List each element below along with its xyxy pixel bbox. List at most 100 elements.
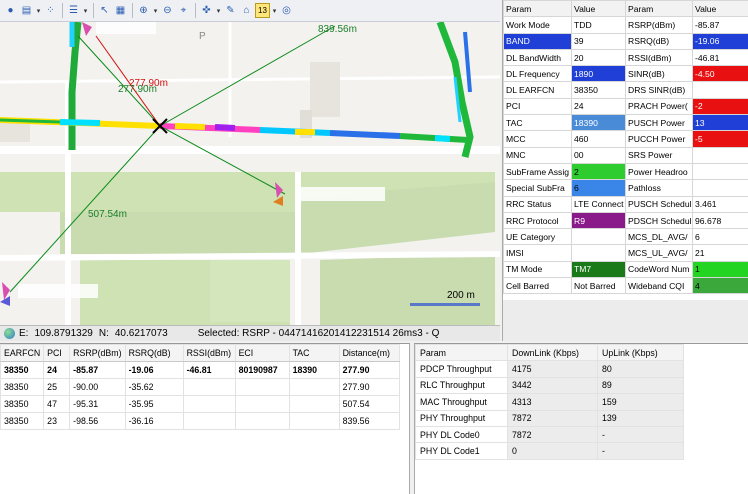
cell-table-header[interactable]: RSRQ(dB): [124, 344, 184, 362]
table-cell: 4313: [507, 393, 598, 411]
select-region-icon[interactable]: ▦: [113, 3, 128, 18]
table-cell: [234, 412, 290, 430]
table-row: RLC Throughput 3442 89: [415, 376, 684, 395]
param-value: 96.678: [692, 211, 748, 230]
param-name: Wideband CQI: [625, 277, 693, 295]
binoculars-icon[interactable]: ◎: [279, 3, 294, 18]
param-value: 6: [571, 179, 626, 197]
zoom-out-icon[interactable]: ⊖: [160, 3, 175, 18]
table-row[interactable]: 38350 47 -95.31 -35.95 507.54: [0, 395, 400, 413]
param-value: [692, 146, 748, 164]
table-cell: 38350: [0, 395, 45, 413]
selected-info: Selected: RSRP - 04471416201412231514 26…: [197, 328, 440, 339]
table-row[interactable]: 38350 24 -85.87 -19.06 -46.81 80190987 18390 27…: [0, 361, 400, 379]
dropdown-arrow-icon[interactable]: ▾: [271, 3, 278, 18]
table-cell: 277.90: [338, 361, 400, 379]
table-row: PHY Throughput 7872 139: [415, 409, 684, 427]
cell-table-header[interactable]: Distance(m): [338, 344, 400, 362]
table-row: PHY DL Code0 7872-: [415, 425, 684, 444]
param-name: MNC: [503, 146, 572, 164]
param-value: [692, 179, 748, 197]
table-cell: 3442: [507, 376, 598, 395]
table-cell: 38350: [0, 412, 45, 430]
table-cell: -19.06: [124, 361, 184, 379]
pin-icon[interactable]: ✎: [223, 3, 238, 18]
cell-table-header[interactable]: EARFCN: [0, 344, 45, 362]
param-name: UE Category: [503, 228, 572, 246]
table-cell: 277.90: [338, 378, 400, 396]
table-cell: 7872: [507, 425, 598, 444]
fit-icon[interactable]: ⌖: [176, 3, 191, 18]
param-name: CodeWord Num: [625, 260, 693, 279]
throughput-panel: Param DownLink (Kbps) UpLink (Kbps) PDCP T…: [414, 343, 748, 494]
legend-icon[interactable]: 13: [255, 3, 270, 18]
cell-table-header[interactable]: RSSI(dBm): [182, 344, 236, 362]
param-row: MCC 460 PUCCH Power -5: [503, 130, 748, 148]
param-name: BAND: [503, 32, 572, 50]
north-coordinate: 40.6217073: [114, 328, 168, 339]
param-name: RRC Protocol: [503, 211, 572, 230]
param-value: 24: [571, 97, 626, 116]
cell-table-header[interactable]: TAC: [288, 344, 340, 362]
cell-table-header[interactable]: RSRP(dBm): [69, 344, 126, 362]
neighbor-cell-table: EARFCN PCI RSRP(dBm) RSRQ(dB) RSSI(dBm) ECI TA…: [0, 344, 400, 430]
table-cell: 24: [43, 361, 71, 379]
param-header: Value: [692, 0, 748, 18]
param-name: SRS Power: [625, 146, 693, 164]
east-coordinate: 109.8791329: [34, 328, 93, 339]
table-cell: -95.31: [69, 395, 126, 413]
table-row[interactable]: 38350 23 -98.56 -36.16 839.56: [0, 412, 400, 430]
param-row: TM Mode TM7 CodeWord Num 1: [503, 260, 748, 279]
table-cell: [182, 378, 236, 396]
table-cell: PDCP Throughput: [415, 360, 508, 378]
param-row: BAND 39 RSRQ(dB) -19.06: [503, 32, 748, 50]
open-folder-icon[interactable]: ▤: [19, 3, 34, 18]
map-view[interactable]: 839.56m 277.90m 277.90m 507.54m 200 m P: [0, 22, 500, 325]
table-row[interactable]: 38350 25 -90.00 -35.62 277.90: [0, 378, 400, 396]
map-toolbar: ● ▤ ▾ ⁘ ☰ ▾ ↖ ▦ ⊕ ▾ ⊖ ⌖ ✜ ▾ ✎ ⌂ 13 ▾ ◎: [0, 0, 500, 22]
scale-bar: [410, 303, 480, 306]
table-cell: -35.62: [124, 378, 184, 396]
param-value: 21: [692, 244, 748, 262]
measure-icon[interactable]: ⌂: [239, 3, 254, 18]
zoom-in-icon[interactable]: ⊕: [136, 3, 151, 18]
dropdown-arrow-icon[interactable]: ▾: [35, 3, 42, 18]
table-cell: [234, 395, 290, 413]
param-row: DL Frequency 1890 SINR(dB) -4.50: [503, 65, 748, 83]
network-icon[interactable]: ⁘: [43, 3, 58, 18]
north-label: N:: [98, 328, 109, 339]
cell-table-header[interactable]: ECI: [234, 344, 290, 362]
param-row: Special SubFra 6 Pathloss: [503, 179, 748, 197]
pointer-icon[interactable]: ↖: [97, 3, 112, 18]
param-name: MCS_UL_AVG/: [625, 244, 693, 262]
pan-icon[interactable]: ✜: [199, 3, 214, 18]
param-name: RSSI(dBm): [625, 48, 693, 67]
param-value: -46.81: [692, 48, 748, 67]
globe-icon[interactable]: ●: [3, 3, 18, 18]
param-value: 13: [692, 114, 748, 132]
table-cell: 23: [43, 412, 71, 430]
table-cell: 89: [597, 376, 684, 395]
cell-table-header[interactable]: PCI: [43, 344, 71, 362]
param-name: TM Mode: [503, 260, 572, 279]
dropdown-arrow-icon[interactable]: ▾: [82, 3, 89, 18]
param-value: 1: [692, 260, 748, 279]
table-cell: 4175: [507, 360, 598, 378]
map-canvas[interactable]: [0, 22, 500, 325]
param-name: PUCCH Power: [625, 130, 693, 148]
table-cell: [234, 378, 290, 396]
param-row: SubFrame Assig 2 Power Headroo: [503, 162, 748, 181]
green-area: [210, 260, 290, 322]
dropdown-arrow-icon[interactable]: ▾: [215, 3, 222, 18]
param-value: 39: [571, 32, 626, 50]
table-row: PDCP Throughput 4175 80: [415, 360, 684, 378]
table-cell: 18390: [288, 361, 340, 379]
layers-icon[interactable]: ☰: [66, 3, 81, 18]
table-cell: 47: [43, 395, 71, 413]
toolbar-separator: [62, 3, 63, 18]
param-name: DL BandWidth: [503, 48, 572, 67]
table-cell: [182, 395, 236, 413]
dropdown-arrow-icon[interactable]: ▾: [152, 3, 159, 18]
table-cell: [182, 412, 236, 430]
param-row: DL BandWidth 20 RSSI(dBm) -46.81: [503, 48, 748, 67]
